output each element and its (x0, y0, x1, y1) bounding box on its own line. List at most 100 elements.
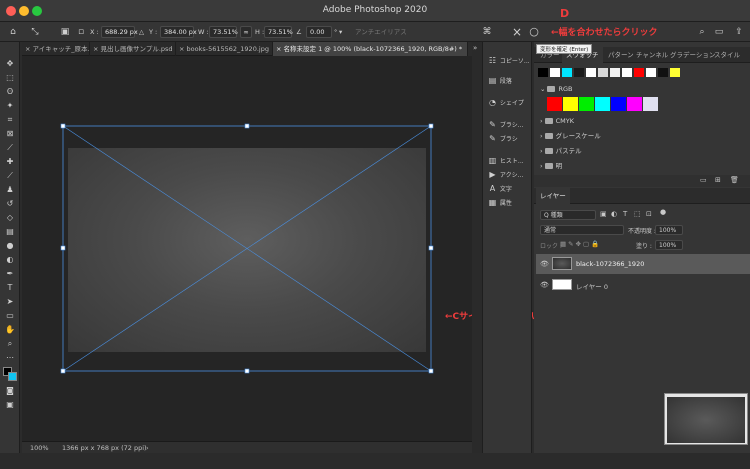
antialias-icon[interactable]: ▾ (339, 26, 342, 38)
swatch-group-pastel[interactable]: › パステル (540, 143, 582, 159)
strip-item-histogram[interactable]: ▥ ヒスト... (487, 155, 524, 167)
layer-search-field[interactable]: Q 種類 (540, 210, 596, 220)
search-icon[interactable]: ⌕ (695, 25, 709, 39)
strip-item-brush-settings[interactable]: ✎ ブラシ... (487, 119, 523, 131)
filter-shape-icon[interactable]: ⬚ (634, 210, 641, 218)
lock-icons[interactable]: ▦✎✥▢🔒 (560, 240, 601, 248)
reference-point-icon[interactable]: ▣ (58, 25, 72, 39)
swatch[interactable] (562, 68, 572, 77)
tab-patterns[interactable]: パターン (608, 47, 634, 63)
layer-name[interactable]: レイヤー 0 (576, 281, 608, 291)
healing-brush-icon[interactable]: ✚ (3, 156, 17, 167)
strip-item-actions[interactable]: ▶ アクシ... (487, 169, 523, 181)
close-icon[interactable]: × (93, 45, 101, 53)
swatch[interactable] (538, 68, 548, 77)
share-icon[interactable]: ⇪ (732, 25, 746, 39)
x-position-field[interactable]: 688.29 px (101, 26, 138, 38)
blend-mode-select[interactable]: 通常 (540, 225, 624, 235)
reference-point-toggle-icon[interactable]: ▫ (74, 25, 88, 39)
more-tools-icon[interactable]: ⋯ (3, 352, 17, 363)
lasso-tool-icon[interactable]: ʘ (3, 86, 17, 97)
type-tool-icon[interactable]: T (3, 282, 17, 293)
marquee-tool-icon[interactable]: ⬚ (3, 72, 17, 83)
close-icon[interactable]: × (276, 45, 284, 53)
filter-pixel-icon[interactable]: ▣ (600, 210, 607, 218)
trash-icon[interactable]: 🗑 (730, 176, 739, 184)
close-icon[interactable]: × (179, 45, 187, 53)
angle-field[interactable]: 0.00 (306, 26, 332, 38)
swatch[interactable] (563, 97, 578, 111)
screen-mode-icon[interactable]: ▣ (3, 399, 17, 410)
tab-document-2[interactable]: × 見出し画像サンプル.psd (90, 42, 176, 56)
fill-field[interactable]: 100% (655, 240, 683, 250)
width-field[interactable]: 73.51% (209, 26, 238, 38)
swatch[interactable] (670, 68, 680, 77)
swatch[interactable] (595, 97, 610, 111)
swatch[interactable] (643, 97, 658, 111)
filter-adjustment-icon[interactable]: ◐ (611, 210, 617, 218)
layer-row[interactable]: 👁 レイヤー 0 (536, 275, 750, 295)
brush-tool-icon[interactable]: ⟋ (3, 170, 17, 181)
warp-icon[interactable]: ⌘ (480, 25, 494, 39)
dodge-tool-icon[interactable]: ◐ (3, 254, 17, 265)
tab-document-3[interactable]: × books-5615562_1920.jpg (176, 42, 273, 56)
home-icon[interactable]: ⌂ (6, 25, 20, 39)
strip-item-brushes[interactable]: ✎ ブラシ (487, 133, 518, 145)
hand-tool-icon[interactable]: ✋ (3, 324, 17, 335)
swatch-group-rgb[interactable]: ⌄ RGB (540, 81, 572, 97)
eraser-tool-icon[interactable]: ◇ (3, 212, 17, 223)
zoom-tool-icon[interactable]: ⌕ (3, 338, 17, 349)
collapse-arrows-icon[interactable]: » (473, 44, 477, 52)
tab-styles[interactable]: スタイル (714, 47, 740, 63)
gradient-tool-icon[interactable]: ▤ (3, 226, 17, 237)
new-group-icon[interactable]: ▭ (700, 176, 707, 184)
magic-wand-icon[interactable]: ✦ (3, 100, 17, 111)
cancel-transform-button[interactable]: × (510, 25, 524, 39)
tab-document-active[interactable]: × 名称未設定 1 @ 100% (black-1072366_1920, RG… (273, 42, 468, 56)
path-selection-icon[interactable]: ➤ (3, 296, 17, 307)
swatch-group-light[interactable]: › 明 (540, 158, 562, 174)
strip-item-character[interactable]: A 文字 (487, 183, 512, 195)
strip-item-clone-source[interactable]: ☷ コピーソ... (487, 55, 530, 67)
swatch[interactable] (574, 68, 584, 77)
workspace-icon[interactable]: ▭ (712, 25, 726, 39)
eye-icon[interactable]: 👁 (540, 281, 549, 289)
swatch-group-cmyk[interactable]: › CMYK (540, 113, 574, 129)
layer-row-selected[interactable]: 👁 black-1072366_1920 (536, 254, 750, 274)
status-menu-arrow[interactable]: › (146, 443, 149, 453)
transform-tool-icon[interactable]: ⤡ (28, 25, 42, 39)
move-tool-icon[interactable]: ✥ (3, 58, 17, 69)
eye-icon[interactable]: 👁 (540, 260, 549, 268)
filter-type-icon[interactable]: T (623, 210, 627, 218)
swatch[interactable] (634, 68, 644, 77)
history-brush-icon[interactable]: ↺ (3, 198, 17, 209)
strip-item-paragraph[interactable]: ▤ 段落 (487, 75, 512, 87)
link-icon[interactable]: ∞ (240, 26, 252, 38)
quick-mask-icon[interactable]: ◙ (3, 385, 17, 396)
background-color-swatch[interactable] (8, 372, 17, 381)
zoom-level[interactable]: 100% (30, 443, 49, 453)
swatch[interactable] (627, 97, 642, 111)
antialias-checkbox-label[interactable]: アンチエイリアス (355, 26, 407, 38)
swatch[interactable] (579, 97, 594, 111)
swatch[interactable] (611, 97, 626, 111)
close-icon[interactable]: × (25, 45, 33, 53)
tab-gradients[interactable]: グラデーション (670, 47, 715, 63)
commit-transform-button[interactable]: ○ (527, 25, 541, 39)
strip-item-properties[interactable]: ▦ 属性 (487, 197, 512, 209)
stamp-tool-icon[interactable]: ♟ (3, 184, 17, 195)
filter-smart-object-icon[interactable]: ⊡ (646, 210, 652, 218)
swatch[interactable] (658, 68, 668, 77)
swatch[interactable] (622, 68, 632, 77)
pen-tool-icon[interactable]: ✒ (3, 268, 17, 279)
rectangle-tool-icon[interactable]: ▭ (3, 310, 17, 321)
tab-layers[interactable]: レイヤー (536, 188, 570, 204)
tab-channels[interactable]: チャンネル (636, 47, 668, 63)
layer-name[interactable]: black-1072366_1920 (576, 260, 644, 268)
swatch[interactable] (550, 68, 560, 77)
swatch[interactable] (646, 68, 656, 77)
filter-toggle-icon[interactable]: ● (660, 208, 666, 216)
tab-document-1[interactable]: × アイキャッチ_原本.psd (22, 42, 90, 56)
swatch[interactable] (547, 97, 562, 111)
y-position-field[interactable]: 384.00 px (160, 26, 197, 38)
